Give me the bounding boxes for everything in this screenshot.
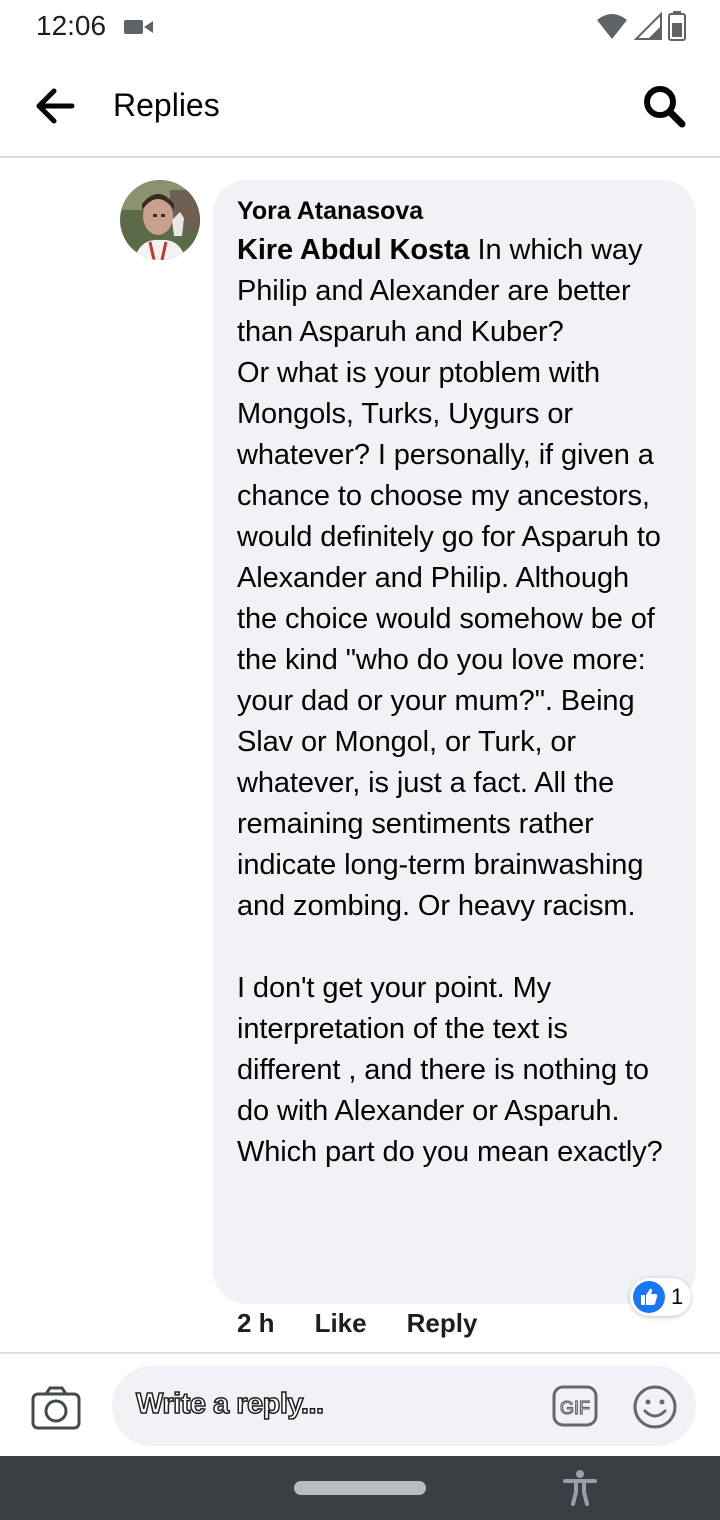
- comment-actions: 2 h Like Reply: [237, 1308, 477, 1339]
- gif-button[interactable]: GIF: [552, 1385, 598, 1427]
- status-icons: [596, 11, 686, 46]
- reply-placeholder: Write a reply...: [135, 1387, 325, 1421]
- accessibility-icon[interactable]: [563, 1470, 597, 1511]
- reply-input[interactable]: Write a reply... GIF: [112, 1366, 696, 1446]
- search-button[interactable]: [640, 82, 690, 132]
- comment-timestamp: 2 h: [237, 1308, 275, 1338]
- status-bar: 12:06: [0, 0, 720, 56]
- profile-photo: [120, 180, 200, 260]
- app-header: Replies: [0, 56, 720, 158]
- wifi-icon: [596, 12, 628, 45]
- reply-button[interactable]: Reply: [407, 1308, 478, 1339]
- home-handle[interactable]: [294, 1481, 426, 1495]
- camera-button[interactable]: [30, 1384, 82, 1432]
- thumbs-up-icon: [633, 1281, 665, 1313]
- reply-composer: Write a reply... GIF: [0, 1352, 720, 1458]
- comment-author[interactable]: Yora Atanasova: [237, 194, 676, 228]
- reaction-count: 1: [671, 1284, 684, 1309]
- avatar[interactable]: [120, 180, 200, 260]
- camera-icon: [31, 1386, 81, 1430]
- emoji-button[interactable]: [632, 1384, 678, 1430]
- comment-text: Kire Abdul Kosta In which way Philip and…: [237, 230, 676, 1173]
- svg-text:GIF: GIF: [560, 1398, 590, 1418]
- video-camera-icon: [124, 19, 154, 40]
- arrow-left-icon: [36, 88, 75, 124]
- battery-icon: [668, 11, 686, 46]
- system-nav-bar: [0, 1456, 720, 1520]
- page-title: Replies: [113, 87, 220, 123]
- like-button[interactable]: Like: [315, 1308, 367, 1339]
- search-icon: [644, 86, 686, 128]
- reply-thread: Yora Atanasova Kire Abdul Kosta In which…: [0, 158, 720, 1354]
- reaction-summary[interactable]: 1: [630, 1278, 692, 1316]
- status-time: 12:06: [36, 10, 107, 41]
- comment-bubble[interactable]: Yora Atanasova Kire Abdul Kosta In which…: [213, 180, 696, 1304]
- smiley-icon: [633, 1385, 677, 1429]
- mention-link[interactable]: Kire Abdul Kosta: [237, 234, 470, 266]
- back-button[interactable]: [30, 86, 80, 126]
- gif-icon: GIF: [552, 1385, 598, 1427]
- comment-body: In which way Philip and Alexander are be…: [237, 234, 663, 1168]
- signal-icon: [633, 11, 662, 45]
